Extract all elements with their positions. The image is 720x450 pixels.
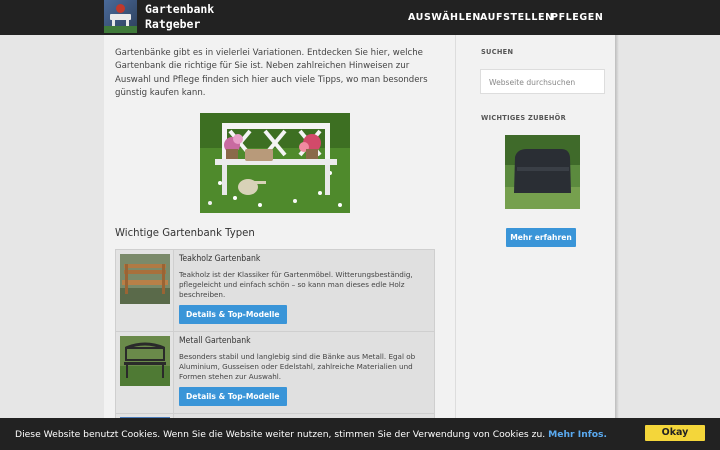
more-info-button[interactable]: Mehr erfahren — [506, 228, 576, 247]
cookie-message: Diese Website benutzt Cookies. Wenn Sie … — [15, 429, 546, 440]
search-heading: SUCHEN — [481, 48, 514, 56]
teak-bench-thumbnail[interactable] — [120, 254, 170, 304]
bench-cover-image[interactable] — [505, 135, 580, 209]
nav-item-auswaehlen[interactable]: AUSWÄHLEN — [408, 12, 481, 23]
search-input[interactable]: Webseite durchsuchen — [480, 69, 605, 94]
row-title: Metall Gartenbank — [179, 336, 251, 346]
accessories-heading: WICHTIGES ZUBEHÖR — [481, 114, 566, 122]
metal-bench-thumbnail[interactable] — [120, 336, 170, 386]
site-title[interactable]: Gartenbank Ratgeber — [145, 2, 214, 32]
intro-text: Gartenbänke gibt es in vielerlei Variati… — [115, 48, 428, 98]
cookie-accept-button[interactable]: Okay — [645, 425, 705, 441]
bench-types-table: Teakholz Gartenbank Teakholz ist der Kla… — [115, 249, 435, 425]
details-button-metal[interactable]: Details & Top-Modelle — [179, 386, 287, 406]
details-button-teak[interactable]: Details & Top-Modelle — [179, 304, 287, 324]
nav-item-pflegen[interactable]: PFLEGEN — [551, 12, 603, 23]
cookie-banner: Diese Website benutzt Cookies. Wenn Sie … — [0, 418, 720, 450]
table-row: Teakholz Gartenbank Teakholz ist der Kla… — [116, 250, 434, 332]
hero-bench-image — [200, 113, 350, 213]
site-title-line1: Gartenbank — [145, 2, 215, 16]
nav-item-aufstellen[interactable]: AUFSTELLEN — [480, 12, 554, 23]
row-title: Teakholz Gartenbank — [179, 254, 261, 264]
row-description: Besonders stabil und langlebig sind die … — [179, 352, 416, 382]
row-description: Teakholz ist der Klassiker für Gartenmöb… — [179, 270, 413, 300]
cookie-more-info-link[interactable]: Mehr Infos. — [548, 429, 607, 440]
site-logo[interactable] — [104, 0, 137, 33]
table-row: Metall Gartenbank Besonders stabil und l… — [116, 332, 434, 414]
section-title: Wichtige Gartenbank Typen — [115, 226, 255, 239]
site-title-line2: Ratgeber — [145, 17, 201, 31]
